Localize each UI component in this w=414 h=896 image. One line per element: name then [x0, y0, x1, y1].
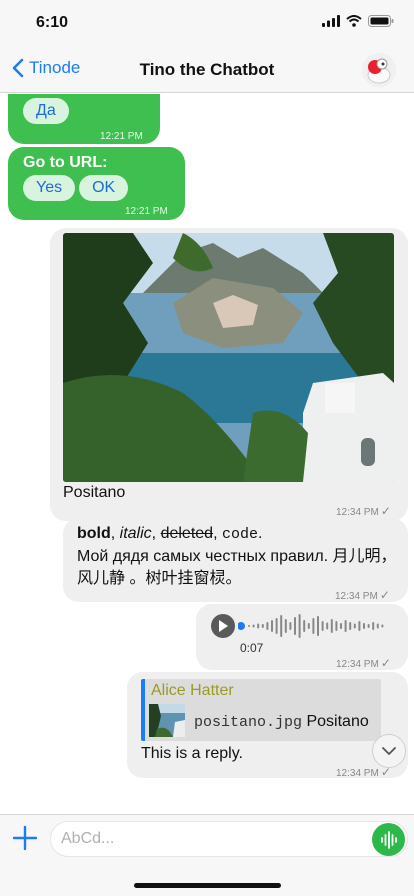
italic-text: italic [119, 525, 152, 542]
deleted-text: deleted [160, 525, 214, 542]
message-text: Мой дядя самых честных правил. 月儿明，风儿静 。… [77, 548, 397, 587]
message-input-container [50, 821, 408, 857]
home-indicator [134, 883, 281, 888]
formatted-text: bold, italic, deleted, code. [77, 525, 262, 543]
quick-reply-yes[interactable]: Yes [23, 175, 76, 201]
message-time: 12:34 PM ✓ [335, 588, 390, 602]
message-time-text: 12:34 PM [336, 507, 379, 518]
quote-author: Alice Hatter [151, 682, 234, 699]
quote-thumbnail [149, 704, 185, 737]
attach-button[interactable] [12, 825, 38, 851]
message-input[interactable] [51, 822, 351, 856]
message-outgoing: 0:07 12:34 PM ✓ [196, 604, 408, 670]
image-caption: Positano [63, 484, 126, 501]
message-title: Go to URL: [23, 154, 108, 171]
separator: , [151, 525, 161, 542]
message-time: 12:34 PM ✓ [336, 656, 391, 670]
chevron-down-icon [382, 747, 396, 755]
checkmark-icon: ✓ [380, 656, 391, 670]
image-attachment[interactable] [63, 233, 394, 482]
navigation-bar: Tinode Tino the Chatbot [0, 46, 414, 93]
message-incoming: Да 12:21 PM [8, 94, 160, 144]
image-thumbnail-icon [149, 704, 185, 737]
checkmark-icon: ✓ [380, 504, 391, 518]
message-outgoing: bold, italic, deleted, code. Мой дядя са… [63, 518, 408, 602]
separator: , [213, 525, 222, 542]
bot-avatar-icon [362, 53, 396, 87]
status-time: 6:10 [36, 14, 69, 31]
message-time-text: 12:34 PM [336, 768, 379, 779]
checkmark-icon: ✓ [379, 588, 390, 602]
wifi-icon [346, 15, 362, 27]
quick-replies: Yes OK [23, 175, 132, 201]
message-outgoing: Alice Hatter positano.jpg Positano This … [127, 672, 408, 779]
message-time-text: 12:34 PM [335, 591, 378, 602]
status-bar: 6:10 [0, 0, 414, 46]
code-text: code [221, 526, 258, 543]
message-time: 12:21 PM [125, 206, 168, 217]
quote-file: positano.jpg [194, 714, 303, 731]
message-time: 12:21 PM [100, 131, 143, 142]
plus-icon [12, 825, 38, 851]
quote-caption: Positano [306, 713, 369, 730]
audio-duration: 0:07 [240, 641, 264, 655]
message-incoming: Go to URL: Yes OK 12:21 PM [8, 147, 185, 220]
signal-icon [322, 15, 340, 27]
audio-waveform[interactable] [238, 608, 388, 644]
message-time-text: 12:34 PM [336, 659, 379, 670]
status-icons [322, 15, 394, 27]
reply-quote[interactable]: Alice Hatter positano.jpg Positano [141, 679, 381, 741]
battery-icon [368, 15, 394, 27]
scroll-to-bottom-button[interactable] [372, 734, 406, 768]
record-audio-button[interactable] [372, 823, 405, 856]
quick-reply-da[interactable]: Да [23, 98, 69, 124]
quick-reply-ok[interactable]: OK [79, 175, 129, 201]
separator: , [110, 525, 120, 542]
quote-content: positano.jpg Positano [194, 713, 369, 731]
waveform-icon [380, 830, 397, 849]
message-outgoing: Positano 12:34 PM ✓ [50, 228, 408, 521]
play-button[interactable] [211, 614, 235, 638]
chat-title: Tino the Chatbot [139, 60, 275, 79]
separator: . [257, 525, 263, 542]
bold-text: bold [77, 525, 111, 542]
positano-photo [63, 233, 394, 482]
message-time: 12:34 PM ✓ [336, 504, 391, 518]
avatar[interactable] [362, 53, 396, 87]
reply-text: This is a reply. [141, 745, 243, 762]
message-list[interactable]: Да 12:21 PM Go to URL: Yes OK 12:21 PM P… [0, 94, 414, 814]
play-icon [219, 620, 228, 632]
